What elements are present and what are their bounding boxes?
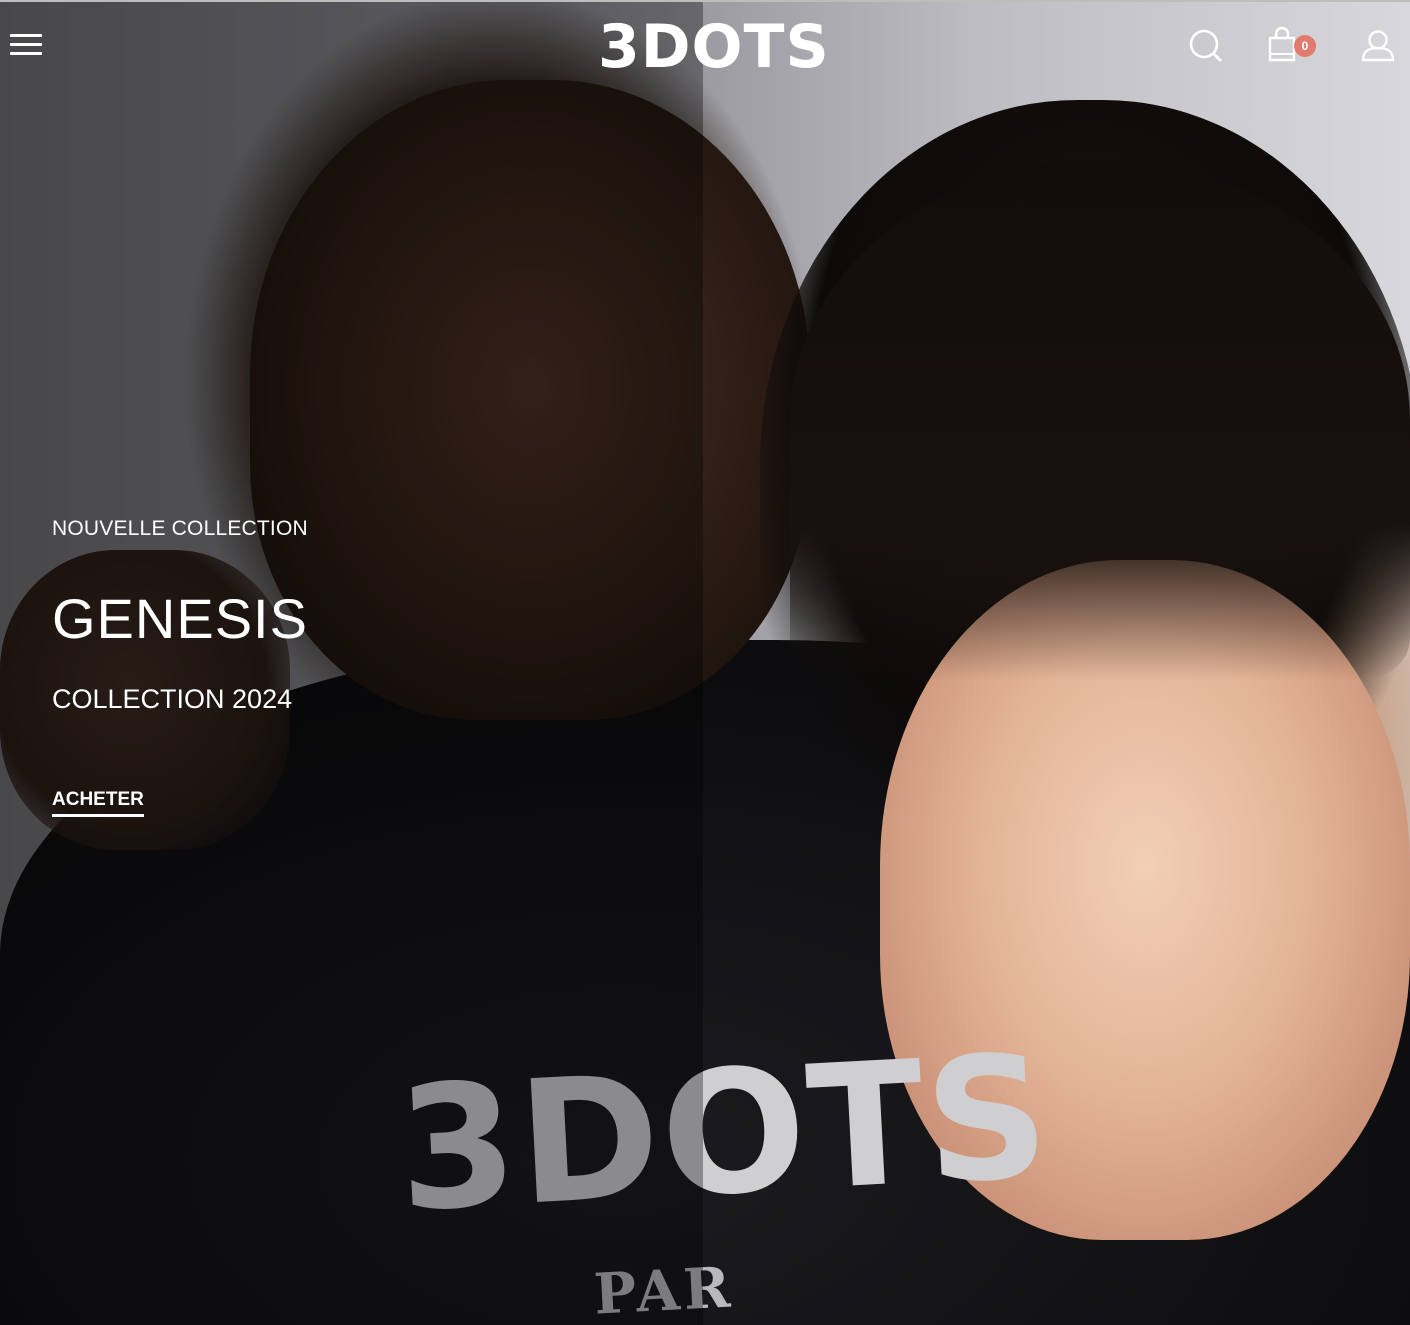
search-icon	[1189, 29, 1222, 62]
site-logo[interactable]: 3DOTS	[598, 12, 830, 82]
hamburger-menu-icon-bar	[10, 43, 42, 46]
hero-banner: 3DOTS PAR 3DOTS 0 NOUVELLE COLLECTION GE…	[0, 0, 1410, 1325]
hero-title: GENESIS	[52, 587, 308, 650]
shop-now-link[interactable]: ACHETER	[52, 789, 144, 817]
cart-count-badge: 0	[1294, 35, 1316, 57]
menu-button[interactable]	[10, 30, 44, 60]
model-right-bangs	[790, 160, 1410, 680]
search-button[interactable]	[1186, 26, 1226, 66]
hamburger-menu-icon	[10, 34, 42, 37]
account-button[interactable]	[1358, 26, 1398, 66]
site-header: 3DOTS 0	[0, 0, 1410, 92]
hamburger-menu-icon-bar	[10, 52, 42, 55]
user-account-icon	[1361, 30, 1395, 62]
hero-subtitle: COLLECTION 2024	[52, 684, 293, 714]
hero-dark-overlay	[0, 0, 703, 1325]
hero-eyebrow: NOUVELLE COLLECTION	[52, 517, 308, 540]
